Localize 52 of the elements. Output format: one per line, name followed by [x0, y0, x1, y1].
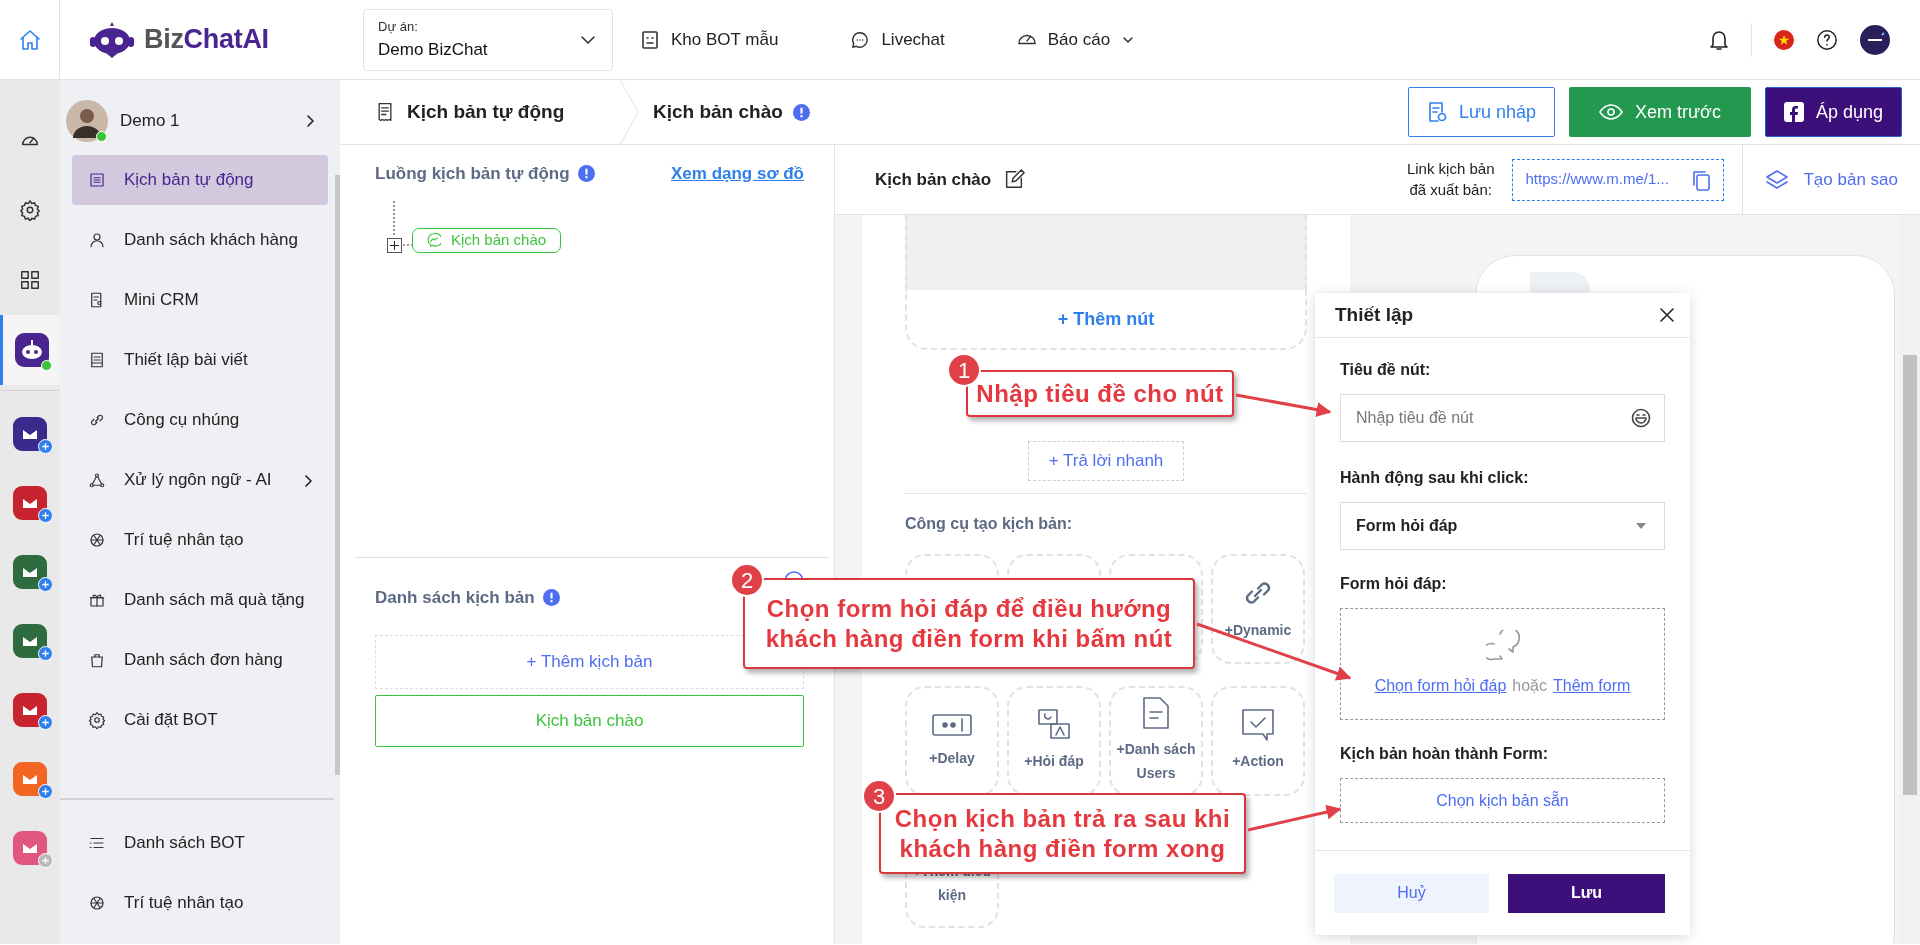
tool-tile[interactable]: +Danh sách Users	[1109, 686, 1203, 796]
tool-tile[interactable]: +Dynamic	[1211, 554, 1305, 664]
or-text: hoặc	[1512, 676, 1547, 696]
breadcrumb-current: Kịch bản chào	[653, 99, 783, 124]
sidebar-item[interactable]: Thiết lập bài viết	[72, 335, 328, 385]
sidebar-item[interactable]: Trí tuệ nhân tạo	[72, 878, 328, 928]
link-label: Link kịch bản đã xuất bản:	[1406, 159, 1495, 200]
sidebar-item[interactable]: Công cụ nhúng	[72, 395, 328, 445]
nav-link[interactable]: Livechat	[851, 26, 945, 53]
account-name: Demo 1	[120, 110, 181, 133]
published-link-field[interactable]: https://www.m.me/1...	[1512, 158, 1725, 201]
sidebar-item[interactable]: Cài đặt BOT	[72, 695, 328, 745]
field-label: Tiêu đề nút:	[1340, 360, 1432, 380]
tool-tile[interactable]: +Hỏi đáp	[1007, 686, 1101, 796]
panel-title: Danh sách kịch bản	[375, 586, 535, 609]
sidebar-item[interactable]: Xử lý ngôn ngữ - AI	[72, 455, 328, 505]
script-title: Kịch bản chào	[875, 168, 992, 191]
sidebar-item[interactable]: Mini CRM	[72, 275, 328, 325]
diagram-view-link[interactable]: Xem dạng sơ đồ	[671, 161, 804, 187]
sidebar-item[interactable]: Danh sách mã quà tặng	[72, 575, 328, 625]
tool-tile[interactable]: +Delay	[905, 686, 999, 796]
duplicate-button[interactable]: Tạo bản sao	[1743, 166, 1920, 193]
field-label: Form hỏi đáp:	[1340, 574, 1448, 594]
field-label: Kịch bản hoàn thành Form:	[1340, 744, 1549, 764]
brand-name: BizChatAI	[144, 23, 269, 57]
field-label: Hành động sau khi click:	[1340, 468, 1530, 488]
dialog-title: Thiết lập	[1335, 302, 1414, 327]
action-select[interactable]: Form hỏi đáp	[1340, 502, 1665, 550]
sidebar-item[interactable]: Danh sách BOT	[72, 818, 328, 868]
action-button[interactable]: Xem trước	[1569, 87, 1751, 137]
choose-form-link[interactable]: Chọn form hỏi đáp	[1374, 674, 1507, 698]
quick-reply-button[interactable]: + Trả lời nhanh	[1028, 441, 1184, 481]
save-button[interactable]: Lưu	[1508, 873, 1665, 913]
nav-link[interactable]: Báo cáo	[1017, 26, 1135, 53]
add-button-link[interactable]: + Thêm nút	[1056, 304, 1156, 334]
action-button[interactable]: Lưu nháp	[1407, 87, 1556, 137]
tools-title: Công cụ tạo kịch bản:	[905, 514, 1074, 534]
action-button[interactable]: Áp dụng	[1764, 87, 1902, 137]
sidebar-item[interactable]: Danh sách khách hàng	[72, 215, 328, 265]
sidebar-item[interactable]: Kịch bản tự động	[72, 155, 328, 205]
project-select[interactable]: Dự án: Demo BizChat	[363, 8, 613, 71]
sidebar-item[interactable]: Trí tuệ nhân tạo	[72, 515, 328, 565]
step-number: 2	[730, 563, 764, 597]
choose-script-button[interactable]: Chọn kịch bản sẵn	[1340, 778, 1665, 823]
tool-tile[interactable]: +Action	[1211, 686, 1305, 796]
panel-title: Luồng kịch bản tự động	[375, 163, 570, 185]
nav-link[interactable]: Kho BOT mẫu	[641, 26, 779, 53]
button-title-field[interactable]: Nhập tiêu đề nút	[1340, 394, 1665, 442]
cancel-button[interactable]: Huỷ	[1334, 873, 1489, 913]
sidebar-item[interactable]: Danh sách đơn hàng	[72, 635, 328, 685]
add-form-link[interactable]: Thêm form	[1553, 674, 1631, 698]
breadcrumb-link[interactable]: Kịch bản tự động	[340, 80, 620, 145]
